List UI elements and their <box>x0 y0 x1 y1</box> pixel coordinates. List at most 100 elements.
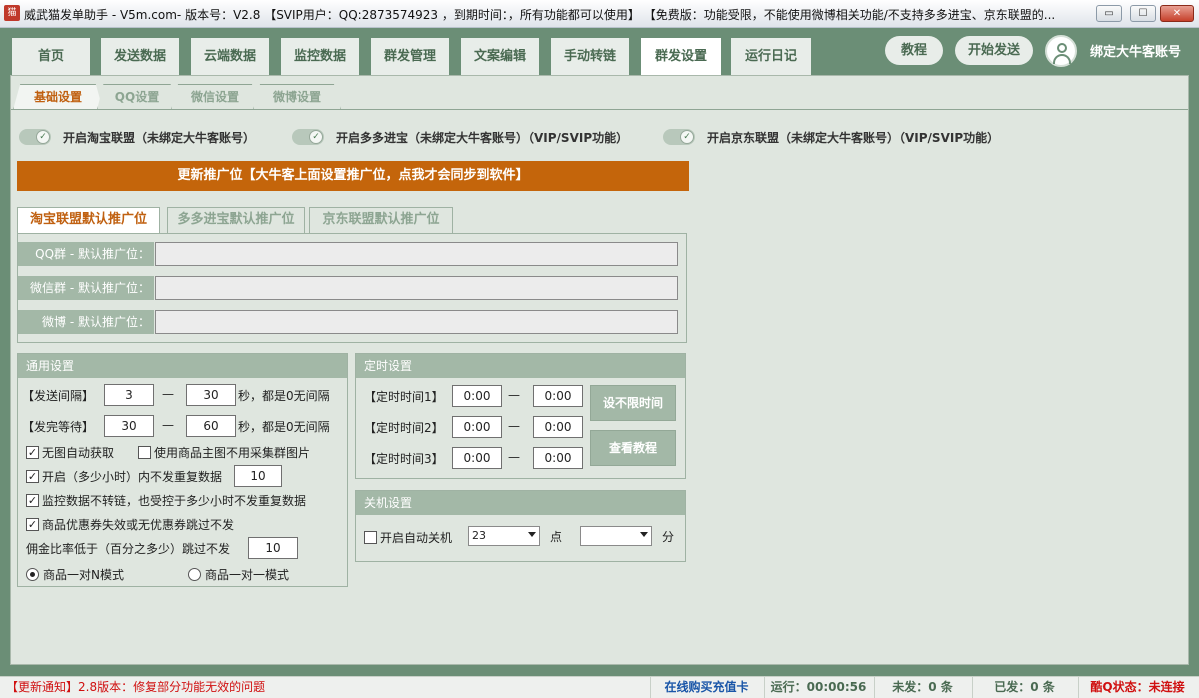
user-icon <box>1057 43 1067 53</box>
tab-pdd-position[interactable]: 多多进宝默认推广位 <box>167 207 305 233</box>
tab-send-data[interactable]: 发送数据 <box>101 36 179 75</box>
tab-group-manage[interactable]: 群发管理 <box>371 36 449 75</box>
toggle-pdd-label: 开启多多进宝（未绑定大牛客账号）（VIP/SVIP功能） <box>336 130 629 145</box>
send-done-max-input[interactable]: 60 <box>186 415 236 437</box>
pdd-toggle[interactable]: ✓ <box>292 129 324 145</box>
check-icon: ✓ <box>309 130 323 144</box>
shutdown-hour-select[interactable]: 23 <box>468 526 540 546</box>
position-input-qq[interactable] <box>155 242 678 266</box>
send-done-min-input[interactable]: 30 <box>104 415 154 437</box>
buy-card-link[interactable]: 在线购买充值卡 <box>650 677 762 698</box>
shutdown-settings-title: 关机设置 <box>356 491 685 515</box>
checkbox-checked-icon: ✓ <box>26 494 39 507</box>
runtime-status: 运行：00:00:56 <box>764 677 872 698</box>
subtab-weibo-settings[interactable]: 微博设置 <box>253 84 341 110</box>
no-image-auto-checkbox[interactable]: ✓ 无图自动获取 <box>26 444 114 461</box>
settings-content: 基础设置 QQ设置 微信设置 微博设置 ✓ 开启淘宝联盟（未绑定大牛客账号） ✓… <box>10 75 1189 665</box>
position-row-weibo: 微博 - 默认推广位： <box>18 310 688 334</box>
start-send-button[interactable]: 开始发送 <box>955 36 1033 65</box>
tab-copy-edit[interactable]: 文案编辑 <box>461 36 539 75</box>
dash: — <box>508 419 520 433</box>
shutdown-minute-select[interactable] <box>580 526 652 546</box>
toggle-taobao-label: 开启淘宝联盟（未绑定大牛客账号） <box>63 130 256 145</box>
avatar[interactable] <box>1045 35 1077 67</box>
hour-unit-label: 点 <box>550 530 563 544</box>
checkbox-checked-icon: ✓ <box>26 446 39 459</box>
send-interval-min-input[interactable]: 3 <box>104 384 154 406</box>
no-repeat-checkbox[interactable]: ✓ 开启（多少小时）内不发重复数据 <box>26 468 222 485</box>
position-label-wechat: 微信群 - 默认推广位： <box>18 276 154 300</box>
tab-run-log[interactable]: 运行日记 <box>731 36 811 75</box>
general-settings-title: 通用设置 <box>18 354 347 378</box>
maximize-button[interactable]: ☐ <box>1130 5 1156 22</box>
chevron-down-icon <box>528 532 536 537</box>
view-tutorial-button[interactable]: 查看教程 <box>590 430 676 466</box>
bind-account-link[interactable]: 绑定大牛客账号 <box>1090 41 1181 60</box>
main-nav: 首页 发送数据 云端数据 监控数据 群发管理 文案编辑 手动转链 群发设置 运行… <box>0 28 1199 75</box>
minimize-button[interactable]: ▭ <box>1096 5 1122 22</box>
check-icon: ✓ <box>36 130 50 144</box>
tutorial-button[interactable]: 教程 <box>885 36 943 65</box>
update-position-button[interactable]: 更新推广位【大牛客上面设置推广位，点我才会同步到软件】 <box>17 161 689 191</box>
dash: — <box>162 418 174 432</box>
tab-home[interactable]: 首页 <box>12 36 90 75</box>
send-done-label: 【发完等待】 <box>22 420 95 434</box>
timer-1-start-input[interactable]: 0:00 <box>452 385 502 407</box>
timer-2-start-input[interactable]: 0:00 <box>452 416 502 438</box>
position-panel: QQ群 - 默认推广位： 微信群 - 默认推广位： 微博 - 默认推广位： <box>17 233 687 343</box>
position-input-weibo[interactable] <box>155 310 678 334</box>
checkbox-checked-icon: ✓ <box>26 518 39 531</box>
checkbox-empty-icon <box>364 531 377 544</box>
tab-cloud-data[interactable]: 云端数据 <box>191 36 269 75</box>
timer-1-end-input[interactable]: 0:00 <box>533 385 583 407</box>
jd-toggle[interactable]: ✓ <box>663 129 695 145</box>
commission-label: 佣金比率低于（百分之多少）跳过不发 <box>26 542 231 556</box>
toggle-taobao-row[interactable]: ✓ 开启淘宝联盟（未绑定大牛客账号） <box>19 128 255 146</box>
coolq-status: 酷Q状态：未连接 <box>1078 677 1196 698</box>
send-interval-unit: 秒，都是0无间隔 <box>238 389 330 403</box>
no-repeat-hours-input[interactable]: 10 <box>234 465 282 487</box>
tab-taobao-position[interactable]: 淘宝联盟默认推广位 <box>17 207 160 233</box>
radio-selected-icon <box>26 568 39 581</box>
timer-label-2: 【定时时间2】 <box>364 421 444 435</box>
tab-jd-position[interactable]: 京东联盟默认推广位 <box>309 207 453 233</box>
title-bar[interactable]: 猫 威武猫发单助手 - V5m.com- 版本号：V2.8 【SVIP用户：QQ… <box>0 0 1199 28</box>
checkbox-empty-icon <box>138 446 151 459</box>
use-main-image-checkbox[interactable]: 使用商品主图不用采集群图片 <box>138 444 310 461</box>
auto-shutdown-checkbox[interactable]: 开启自动关机 <box>364 529 452 546</box>
position-input-wechat[interactable] <box>155 276 678 300</box>
timer-label-3: 【定时时间3】 <box>364 452 444 466</box>
check-icon: ✓ <box>680 130 694 144</box>
send-interval-max-input[interactable]: 30 <box>186 384 236 406</box>
send-interval-label: 【发送间隔】 <box>22 389 95 403</box>
dash: — <box>162 387 174 401</box>
timer-3-start-input[interactable]: 0:00 <box>452 447 502 469</box>
no-limit-time-button[interactable]: 设不限时间 <box>590 385 676 421</box>
timer-2-end-input[interactable]: 0:00 <box>533 416 583 438</box>
subtab-qq-settings[interactable]: QQ设置 <box>97 84 177 110</box>
sent-count: 已发：0 条 <box>972 677 1076 698</box>
checkbox-checked-icon: ✓ <box>26 470 39 483</box>
mode-1n-radio[interactable]: 商品一对N模式 <box>26 566 124 583</box>
dash: — <box>508 388 520 402</box>
taobao-toggle[interactable]: ✓ <box>19 129 51 145</box>
timer-label-1: 【定时时间1】 <box>364 390 444 404</box>
timer-settings-group: 定时设置 【定时时间1】 0:00 — 0:00 【定时时间2】 0:00 — … <box>355 353 686 479</box>
tab-manual-convert[interactable]: 手动转链 <box>551 36 629 75</box>
toggle-pdd-row[interactable]: ✓ 开启多多进宝（未绑定大牛客账号）（VIP/SVIP功能） <box>292 128 628 146</box>
position-row-qq: QQ群 - 默认推广位： <box>18 242 688 266</box>
toggle-jd-label: 开启京东联盟（未绑定大牛客账号）（VIP/SVIP功能） <box>707 130 1000 145</box>
tab-group-send-settings[interactable]: 群发设置 <box>641 36 721 75</box>
monitor-no-convert-checkbox[interactable]: ✓ 监控数据不转链，也受控于多少小时不发重复数据 <box>26 492 306 509</box>
subtab-wechat-settings[interactable]: 微信设置 <box>171 84 259 110</box>
tab-monitor-data[interactable]: 监控数据 <box>281 36 359 75</box>
toggle-jd-row[interactable]: ✓ 开启京东联盟（未绑定大牛客账号）（VIP/SVIP功能） <box>663 128 999 146</box>
skip-invalid-coupon-checkbox[interactable]: ✓ 商品优惠券失效或无优惠券跳过不发 <box>26 516 234 533</box>
timer-settings-title: 定时设置 <box>356 354 685 378</box>
commission-input[interactable]: 10 <box>248 537 298 559</box>
timer-3-end-input[interactable]: 0:00 <box>533 447 583 469</box>
close-button[interactable]: ✕ <box>1160 5 1194 22</box>
subtab-basic-settings[interactable]: 基础设置 <box>13 84 103 110</box>
mode-11-radio[interactable]: 商品一对一模式 <box>188 566 289 583</box>
dash: — <box>508 450 520 464</box>
